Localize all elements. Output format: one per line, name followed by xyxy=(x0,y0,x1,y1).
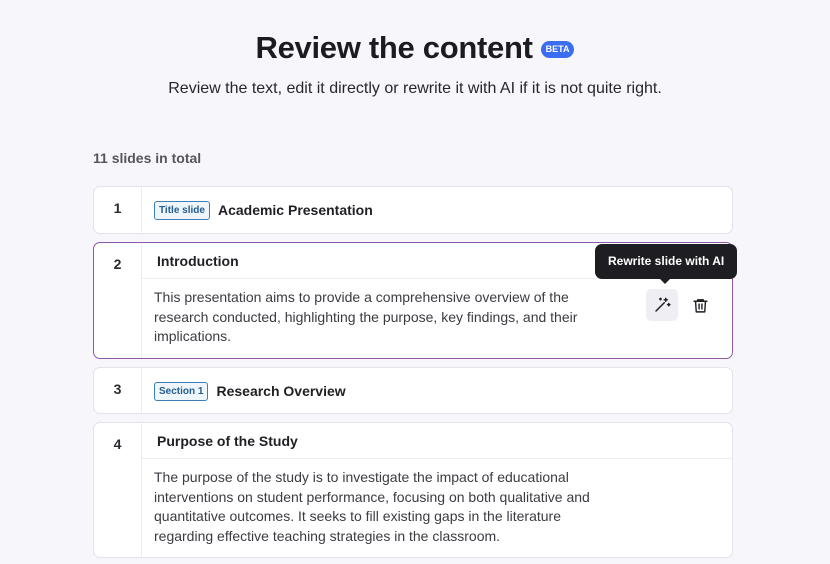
rewrite-tooltip: Rewrite slide with AI xyxy=(595,244,738,284)
beta-badge: BETA xyxy=(540,41,575,58)
delete-slide-button[interactable] xyxy=(684,289,716,321)
slide-type-tag: Title slide xyxy=(154,200,210,220)
slide-title[interactable]: Introduction xyxy=(157,253,239,269)
slide-actions xyxy=(646,289,716,321)
slide-number: 2 xyxy=(94,243,142,358)
slide-title[interactable]: Purpose of the Study xyxy=(157,433,298,449)
slide-title[interactable]: Research Overview xyxy=(216,383,345,399)
magic-wand-icon xyxy=(655,297,671,312)
slide-body-text[interactable]: This presentation aims to provide a comp… xyxy=(142,279,622,358)
page-header: Review the content BETA Review the text,… xyxy=(0,0,830,98)
slide-title[interactable]: Academic Presentation xyxy=(218,202,373,218)
slide-number: 1 xyxy=(94,187,142,233)
page-subtitle: Review the text, edit it directly or rew… xyxy=(168,80,662,97)
trash-icon xyxy=(692,298,708,313)
title-row: Review the content BETA xyxy=(256,30,575,66)
rewrite-ai-button[interactable] xyxy=(646,289,678,321)
slide-type-tag: Section 1 xyxy=(154,381,209,401)
slides-count: 11 slides in total xyxy=(93,150,202,166)
slide-card-4[interactable]: 4 Purpose of the Study The purpose of th… xyxy=(93,422,733,558)
slide-number: 3 xyxy=(94,368,142,413)
page-title: Review the content xyxy=(255,30,533,65)
slide-number: 4 xyxy=(94,423,142,557)
slide-card-1[interactable]: 1 Title slide Academic Presentation xyxy=(93,186,733,234)
slide-card-3[interactable]: 3 Section 1 Research Overview xyxy=(93,367,733,414)
slide-body-text[interactable]: The purpose of the study is to investiga… xyxy=(142,459,622,557)
